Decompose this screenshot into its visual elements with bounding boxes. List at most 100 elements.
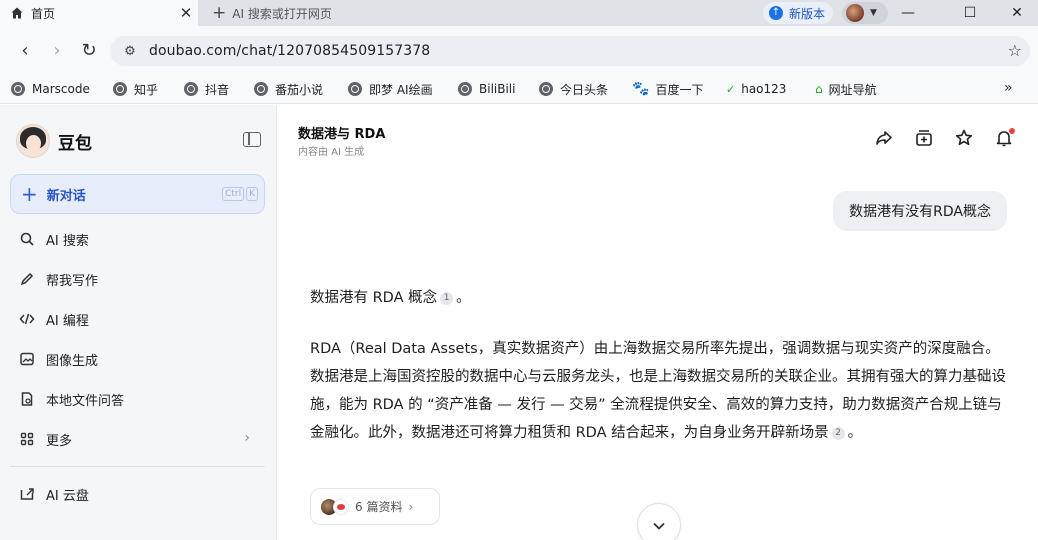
new-chat-label: 新对话 xyxy=(46,188,86,204)
bookmark-hao123[interactable]: ✓ hao123 xyxy=(726,80,786,98)
bookmark-star-icon[interactable]: ☆ xyxy=(1008,41,1022,60)
bookmark-toutiao[interactable]: 今日头条 xyxy=(539,80,608,98)
brand[interactable]: 豆包 xyxy=(16,123,92,159)
image-icon xyxy=(20,352,34,366)
forward-button[interactable]: › xyxy=(46,40,68,62)
bookmark-fanqie[interactable]: 番茄小说 xyxy=(254,80,323,98)
bookmark-label: 番茄小说 xyxy=(275,82,324,97)
globe-icon xyxy=(11,82,25,96)
sidebar-item-ai-search[interactable]: AI 搜索 xyxy=(18,227,258,251)
bookmark-nav-site[interactable]: ⌂ 网址导航 xyxy=(815,80,877,98)
sources-label: 6 篇资料 xyxy=(355,500,403,514)
maximize-button[interactable]: ☐ xyxy=(947,0,993,26)
shortcut-key: K xyxy=(246,187,258,201)
plus-icon: + xyxy=(21,182,38,206)
caret-down-icon: ▼ xyxy=(870,8,877,18)
new-tab-button[interactable]: + AI 搜索或打开网页 xyxy=(212,4,332,22)
shortcut-hint: Ctrl K xyxy=(222,187,258,201)
scroll-down-button[interactable] xyxy=(637,503,681,540)
answer-text: RDA（Real Data Assets，真实数据资产）由上海数据交易所率先提出… xyxy=(310,341,1006,441)
tab-label: 首页 xyxy=(31,6,56,21)
cloud-drive-icon xyxy=(20,488,34,500)
bookmark-label: 百度一下 xyxy=(655,82,704,97)
bookmarks-more-button[interactable]: » xyxy=(1004,80,1013,96)
home-icon xyxy=(11,7,23,19)
sidebar-item-cloud-drive[interactable]: AI 云盘 xyxy=(18,482,258,506)
bookmark-label: Marscode xyxy=(32,82,90,96)
minimize-button[interactable]: — xyxy=(885,0,931,26)
sidebar-divider xyxy=(10,466,265,467)
new-tab-label: AI 搜索或打开网页 xyxy=(232,6,332,21)
bookmark-label: BiliBili xyxy=(479,82,516,96)
globe-icon xyxy=(113,82,127,96)
sidebar-item-label: AI 编程 xyxy=(46,313,89,329)
bookmark-bilibili[interactable]: BiliBili xyxy=(458,80,515,98)
window-close-button[interactable]: ✕ xyxy=(994,0,1038,26)
sidebar-item-label: 更多 xyxy=(46,433,73,449)
plus-icon: + xyxy=(212,3,227,23)
bookmark-baidu[interactable]: 🐾 百度一下 xyxy=(632,80,703,98)
sidebar-item-label: 帮我写作 xyxy=(46,273,99,289)
globe-icon xyxy=(348,82,362,96)
globe-icon xyxy=(539,82,553,96)
hao123-icon: ✓ xyxy=(726,82,736,96)
sidebar-item-writing[interactable]: 帮我写作 xyxy=(18,267,258,291)
star-icon[interactable] xyxy=(953,127,975,149)
bookmark-jimeng[interactable]: 即梦 AI绘画 xyxy=(348,80,433,98)
globe-icon xyxy=(184,82,198,96)
sidebar-item-image-gen[interactable]: 图像生成 xyxy=(18,347,258,371)
browser-tab-strip: 首页 ✕ + AI 搜索或打开网页 ↑ 新版本 ▼ — ☐ ✕ xyxy=(0,0,1038,26)
share-icon[interactable] xyxy=(873,127,895,149)
bookmark-marscode[interactable]: Marscode xyxy=(11,80,90,98)
bookmark-label: 今日头条 xyxy=(560,82,609,97)
answer-paragraph: RDA（Real Data Assets，真实数据资产）由上海数据交易所率先提出… xyxy=(310,335,1010,447)
weibo-icon xyxy=(333,498,349,515)
upgrade-arrow-icon: ↑ xyxy=(769,6,783,20)
doubao-logo-icon xyxy=(16,124,50,158)
sidebar-item-coding[interactable]: AI 编程 xyxy=(18,307,258,331)
chat-main: 数据港与 RDA 内容由 AI 生成 数据港有没有RDA概念 数据港有 RDA … xyxy=(278,105,1038,540)
bookmark-label: 网址导航 xyxy=(828,82,877,97)
sidebar-collapse-icon[interactable] xyxy=(243,132,261,147)
sources-button[interactable]: 6 篇资料 › xyxy=(310,488,440,525)
bookmarks-bar: Marscode 知乎 抖音 番茄小说 即梦 AI绘画 BiliBili 今日头… xyxy=(0,74,1038,104)
brand-name: 豆包 xyxy=(58,133,92,154)
tab-close-icon[interactable]: ✕ xyxy=(177,4,195,22)
citation-badge[interactable]: 1 xyxy=(440,292,454,305)
sidebar-item-more[interactable]: 更多 › xyxy=(18,427,258,451)
bookmark-zhihu[interactable]: 知乎 xyxy=(113,80,158,98)
chevron-down-icon xyxy=(653,522,665,530)
answer-text: 。 xyxy=(847,425,863,441)
citation-badge[interactable]: 2 xyxy=(831,427,845,440)
new-version-button[interactable]: ↑ 新版本 xyxy=(763,2,834,24)
baidu-paw-icon: 🐾 xyxy=(632,81,650,97)
sidebar-item-label: 图像生成 xyxy=(46,353,99,369)
avatar xyxy=(846,4,864,22)
shortcut-key: Ctrl xyxy=(222,187,245,201)
bookmark-label: 知乎 xyxy=(134,82,159,97)
add-to-collection-icon[interactable] xyxy=(913,127,935,149)
answer-text: 。 xyxy=(456,290,471,306)
bookmark-douyin[interactable]: 抖音 xyxy=(184,80,229,98)
code-icon xyxy=(19,313,35,325)
new-chat-button[interactable]: + 新对话 Ctrl K xyxy=(10,174,265,214)
sidebar-item-label: AI 云盘 xyxy=(46,488,89,504)
url-text[interactable]: doubao.com/chat/12070854509157378 xyxy=(149,43,430,59)
bookmark-label: hao123 xyxy=(741,82,787,96)
reload-button[interactable]: ↻ xyxy=(78,40,100,62)
search-icon xyxy=(20,232,34,246)
address-input[interactable]: ⚙ doubao.com/chat/12070854509157378 ☆ xyxy=(110,36,1030,66)
profile-button[interactable]: ▼ xyxy=(842,2,888,24)
chevron-right-icon: › xyxy=(244,430,250,446)
sidebar-item-label: AI 搜索 xyxy=(46,233,89,249)
tab-home[interactable]: 首页 ✕ xyxy=(0,0,198,26)
chevron-right-icon: › xyxy=(408,499,414,514)
address-bar-row: ‹ › ↻ ⚙ doubao.com/chat/1207085450915737… xyxy=(0,26,1038,74)
sidebar: 豆包 + 新对话 Ctrl K AI 搜索 帮我写作 AI 编程 图像生成 本地… xyxy=(0,105,277,540)
globe-icon xyxy=(254,82,268,96)
site-settings-icon[interactable]: ⚙ xyxy=(120,44,140,59)
pen-icon xyxy=(20,272,34,286)
answer-text: 数据港有 RDA 概念 xyxy=(310,290,438,306)
back-button[interactable]: ‹ xyxy=(14,40,36,62)
sidebar-item-local-file[interactable]: 本地文件问答 xyxy=(18,387,258,411)
